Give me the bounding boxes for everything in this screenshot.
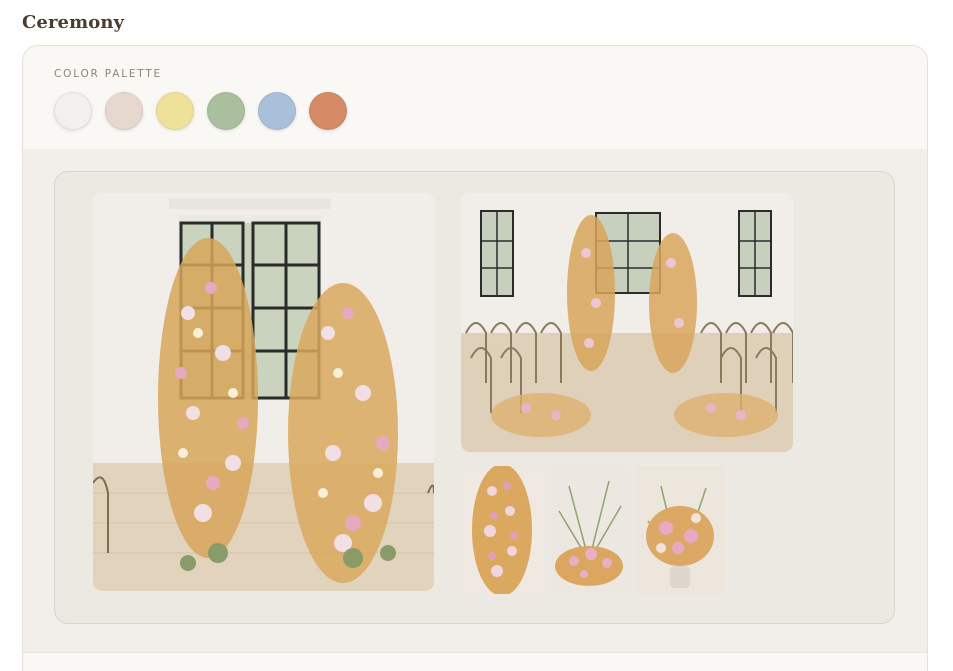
color-swatch-row	[54, 92, 347, 130]
gallery-thumbnail-ground-arrangement[interactable]	[549, 466, 630, 594]
inspiration-gallery	[54, 171, 895, 624]
color-palette-panel: COLOR PALETTE	[23, 46, 927, 149]
gallery-image-floral-arch[interactable]	[93, 193, 434, 591]
gallery-image-ceremony-aisle[interactable]	[461, 193, 793, 452]
color-swatch-ivory[interactable]	[54, 92, 92, 130]
color-swatch-butter-yellow[interactable]	[156, 92, 194, 130]
color-swatch-sage[interactable]	[207, 92, 245, 130]
ceremony-page: Ceremony COLOR PALETTE	[0, 0, 953, 671]
color-palette-label: COLOR PALETTE	[54, 68, 162, 80]
gallery-thumbnail-vase-bouquet[interactable]	[636, 466, 725, 594]
section-title: Ceremony	[22, 12, 125, 33]
gallery-thumbnail-floral-column[interactable]	[462, 466, 543, 594]
ceremony-card: COLOR PALETTE	[22, 45, 928, 671]
color-swatch-blush[interactable]	[105, 92, 143, 130]
color-swatch-terracotta[interactable]	[309, 92, 347, 130]
color-swatch-dusty-blue[interactable]	[258, 92, 296, 130]
next-section-strip	[23, 652, 927, 671]
